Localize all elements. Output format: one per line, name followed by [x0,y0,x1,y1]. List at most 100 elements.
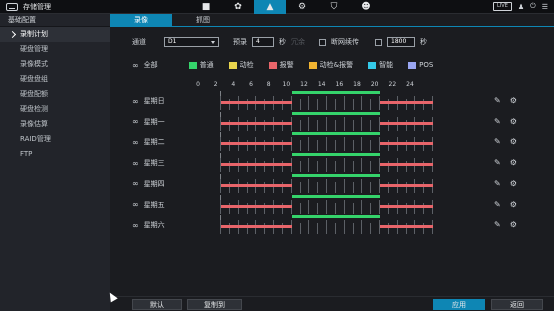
hour-gridline [352,181,354,193]
day-name: 星期六 [143,221,165,230]
menu-icon[interactable]: ☰ [542,3,548,11]
link-icon[interactable]: ∞ [132,221,139,230]
hour-gridline [334,119,336,131]
hour-gridline [308,96,310,110]
hour-gridline [326,220,327,235]
edit-icon[interactable]: ✎ [494,96,501,105]
hour-gridline [308,158,310,173]
day-timeline[interactable] [220,91,433,110]
tab-snapshot[interactable]: 抓图 [172,14,234,27]
default-button[interactable]: 默认 [132,299,182,310]
legend-all-label: 全部 [143,61,158,69]
hour-gridline [343,178,345,193]
prerecord-label: 预录 [233,38,247,46]
anr-checkbox[interactable] [319,38,326,46]
schedule-row: ∞ 星期三 ✎ ⚙ [132,153,532,173]
legend-motion[interactable]: 动检 [228,60,254,70]
tab-record[interactable]: 录像 [110,14,172,27]
edit-icon[interactable]: ✎ [494,220,501,229]
hour-gridline [361,199,363,214]
prerecord-input[interactable]: 4 [252,37,274,47]
day-timeline[interactable] [220,153,433,173]
sidebar-item-record-estimate[interactable]: 录像估算 [0,117,110,132]
user-icon[interactable]: ♟ [518,3,524,11]
legend-motion-alarm[interactable]: 动检&报警 [308,60,353,70]
gear-icon[interactable]: ⚙ [510,137,517,146]
time-tick-label: 4 [231,81,236,88]
day-label: ∞ 星期四 [132,179,165,189]
record-segment [291,132,380,136]
schedule-row: ∞ 星期一 ✎ ⚙ [132,111,532,132]
network-icon[interactable]: ✿ [222,0,254,14]
day-label: ∞ 星期一 [132,117,165,127]
exit-icon[interactable]: ⏻ [530,2,536,11]
sidebar-item-raid[interactable]: RAID管理 [0,132,110,147]
channel-select[interactable]: D1 [164,37,219,47]
time-tick-label: 22 [388,81,397,88]
shield-icon[interactable]: ⛉ [318,0,350,14]
link-icon[interactable]: ∞ [132,179,139,188]
link-all-icon[interactable]: ∞ [132,61,139,70]
hour-gridline [343,158,345,173]
apply-button[interactable]: 应用 [433,299,485,310]
sidebar-item-record-schedule[interactable]: 录制计划 [0,27,110,42]
day-timeline[interactable] [220,194,433,214]
edit-icon[interactable]: ✎ [494,179,501,188]
time-tick-label: 24 [406,81,414,88]
live-button[interactable]: LIVE [493,2,512,11]
link-icon[interactable]: ∞ [132,159,139,168]
copy-to-button[interactable]: 复制到 [187,299,242,310]
schedule-row: ∞ 星期二 ✎ ⚙ [132,132,532,152]
edit-icon[interactable]: ✎ [494,137,501,146]
link-icon[interactable]: ∞ [132,97,139,106]
hour-gridline [317,119,319,131]
gear-icon[interactable]: ⚙ [510,179,517,188]
sidebar-item-ftp[interactable]: FTP [0,147,110,162]
day-name: 星期四 [143,179,165,188]
hour-gridline [343,220,345,235]
edit-icon[interactable]: ✎ [494,158,501,167]
hour-gridline [361,96,363,110]
row-actions: ✎ ⚙ [494,179,517,188]
day-timeline[interactable] [220,215,433,235]
time-scale: 0 2 4 6 8 10 12 14 16 18 20 22 24 [196,81,482,90]
hour-gridline [317,181,319,193]
legend-smart[interactable]: 智能 [368,60,393,70]
day-timeline[interactable] [220,173,433,193]
legend-motion-alarm-swatch [308,61,317,69]
gear-icon[interactable]: ⚙ [510,200,517,209]
sidebar-item-hdd-detect[interactable]: 硬盘检测 [0,102,110,117]
gear-icon[interactable]: ⚙ [510,220,517,229]
gear-icon[interactable]: ⚙ [510,96,517,105]
sidebar-item-hdd-manage[interactable]: 硬盘管理 [0,42,110,57]
legend-alarm[interactable]: 报警 [268,60,294,70]
legend-normal[interactable]: 普通 [188,60,214,70]
link-icon[interactable]: ∞ [132,117,139,126]
sidebar-item-hdd-quota[interactable]: 硬盘配额 [0,87,110,102]
hour-gridline [317,140,319,152]
legend-pos[interactable]: POS [408,61,433,69]
gear-icon[interactable]: ⚙ [510,158,517,167]
legend: ∞ 全部 普通 动检 报警 动检&报警 智能 POS [132,60,443,70]
storage-icon[interactable]: ▲ [254,0,286,14]
settings-icon[interactable]: ⚙ [286,0,318,14]
day-timeline[interactable] [220,132,433,152]
anr-time-checkbox[interactable] [375,38,382,46]
back-button[interactable]: 返回 [491,299,543,310]
day-name: 星期二 [143,138,165,147]
edit-icon[interactable]: ✎ [494,200,501,209]
camera-icon[interactable]: ■ [190,0,222,14]
link-icon[interactable]: ∞ [132,138,139,147]
link-icon[interactable]: ∞ [132,200,139,209]
edit-icon[interactable]: ✎ [494,117,501,126]
anr-input[interactable]: 1800 [387,37,415,47]
row-actions: ✎ ⚙ [494,117,517,126]
sidebar-item-record-mode[interactable]: 录像模式 [0,57,110,72]
account-icon[interactable]: ☻ [350,0,382,14]
anr-label: 断网续传 [331,38,359,46]
hour-gridline [361,116,363,131]
day-timeline[interactable] [220,111,433,131]
gear-icon[interactable]: ⚙ [510,117,517,126]
hour-gridline [370,181,372,193]
sidebar-item-hdd-group[interactable]: 硬盘盘组 [0,72,110,87]
